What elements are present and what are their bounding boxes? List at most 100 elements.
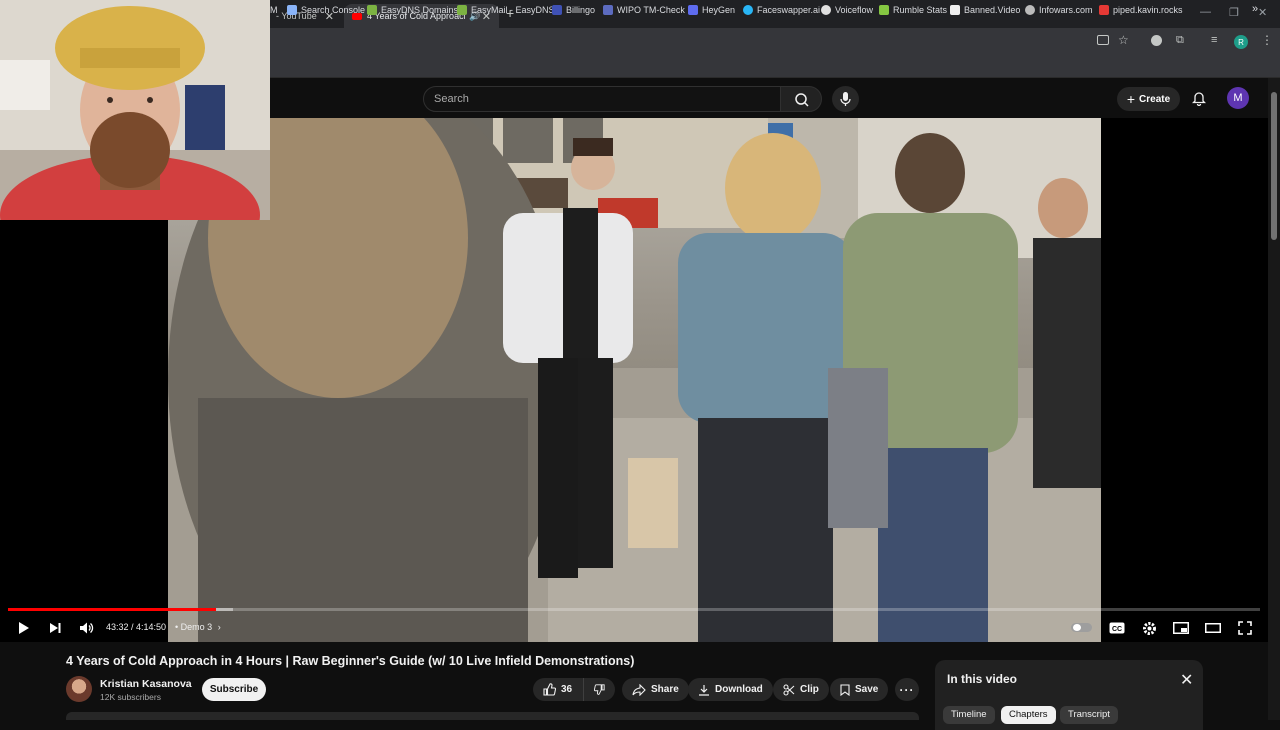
chapter-title-button[interactable]: • Demo 3 › <box>175 622 221 632</box>
bookmark-item[interactable]: Search Console <box>287 5 365 15</box>
bookmark-favicon-icon <box>821 5 831 15</box>
download-button[interactable]: Download <box>688 678 773 701</box>
download-label: Download <box>715 684 763 695</box>
clip-label: Clip <box>800 684 819 695</box>
scrollbar-thumb[interactable] <box>1271 92 1277 240</box>
skip-next-icon <box>50 623 61 633</box>
create-button[interactable]: + Create <box>1117 87 1180 111</box>
svg-text:CC: CC <box>1112 626 1122 633</box>
search-input[interactable]: Search <box>423 86 781 112</box>
bookmark-favicon-icon <box>603 5 613 15</box>
subscriber-count: 12K subscribers <box>100 692 161 702</box>
bookmark-item[interactable]: EasyMail - EasyDNS <box>457 5 555 15</box>
bookmark-item[interactable]: piped.kavin.rocks <box>1099 5 1183 15</box>
thumbs-up-icon <box>543 683 556 696</box>
create-label: Create <box>1139 93 1171 105</box>
bell-icon <box>1191 92 1207 107</box>
subscribe-button[interactable]: Subscribe <box>202 678 266 701</box>
progress-played <box>8 608 216 611</box>
dislike-button[interactable] <box>583 678 615 701</box>
more-actions-button[interactable]: ··· <box>895 678 919 701</box>
share-icon <box>632 683 646 696</box>
channel-name[interactable]: Kristian Kasanova <box>100 678 192 690</box>
fullscreen-icon <box>1238 621 1252 635</box>
bookmark-item[interactable]: EasyDNS Domains <box>367 5 458 15</box>
window-close-icon[interactable]: ✕ <box>1258 6 1267 19</box>
notifications-button[interactable] <box>1191 90 1207 111</box>
extensions-puzzle-icon[interactable]: ⧉ <box>1176 34 1184 47</box>
share-label: Share <box>651 684 679 695</box>
theater-mode-button[interactable] <box>1204 619 1222 637</box>
play-icon <box>19 622 29 634</box>
download-icon <box>699 684 709 696</box>
close-icon[interactable]: ✕ <box>1180 670 1193 690</box>
captions-button[interactable]: CC <box>1108 619 1126 637</box>
bookmark-favicon-icon <box>688 5 698 15</box>
miniplayer-button[interactable] <box>1172 619 1190 637</box>
play-button[interactable] <box>14 619 32 637</box>
search-icon <box>795 93 809 107</box>
save-button[interactable]: Save <box>830 678 889 701</box>
like-button[interactable]: 36 <box>533 678 583 701</box>
tab-transcript[interactable]: Transcript <box>1060 706 1118 724</box>
bookmark-item[interactable]: Billingo <box>552 5 595 15</box>
bookmark-item[interactable]: HeyGen <box>688 5 735 15</box>
clip-button[interactable]: Clip <box>773 678 829 701</box>
webcam-overlay <box>0 0 270 220</box>
bookmark-star-icon[interactable]: ☆ <box>1118 33 1129 47</box>
tab-chapters[interactable]: Chapters <box>1001 706 1056 724</box>
next-button[interactable] <box>46 619 64 637</box>
autoplay-toggle[interactable] <box>1071 623 1092 632</box>
reading-list-icon[interactable]: ≡ <box>1211 34 1217 46</box>
time-display: 43:32 / 4:14:50 <box>106 622 167 632</box>
bookmark-item[interactable]: Banned.Video <box>950 5 1020 15</box>
like-count: 36 <box>561 684 573 695</box>
minimize-icon[interactable]: — <box>1200 6 1211 18</box>
bookmark-favicon-icon <box>457 5 467 15</box>
browser-menu-icon[interactable]: ⋮ <box>1261 33 1273 47</box>
bookmark-item[interactable]: WIPO TM-Check <box>603 5 685 15</box>
mute-button[interactable] <box>77 619 95 637</box>
profile-avatar[interactable]: R <box>1234 35 1248 49</box>
bookmark-favicon-icon <box>879 5 889 15</box>
more-horizontal-icon: ··· <box>899 682 915 697</box>
bookmark-favicon-icon <box>1099 5 1109 15</box>
panel-title: In this video <box>947 672 1018 686</box>
volume-icon <box>79 622 93 634</box>
chapter-label: • Demo 3 <box>175 622 213 632</box>
bookmark-favicon-icon <box>367 5 377 15</box>
miniplayer-icon <box>1173 622 1189 634</box>
video-title: 4 Years of Cold Approach in 4 Hours | Ra… <box>66 654 635 668</box>
search-button[interactable] <box>780 86 822 112</box>
chevron-right-icon: › <box>217 622 221 632</box>
plus-icon: + <box>1126 91 1136 107</box>
bookmark-favicon-icon <box>552 5 562 15</box>
bookmark-item[interactable]: Voiceflow <box>821 5 873 15</box>
fullscreen-button[interactable] <box>1236 619 1254 637</box>
description-box[interactable] <box>66 712 919 720</box>
microphone-icon <box>840 92 851 106</box>
streamer-webcam-image <box>0 0 270 220</box>
video-frame <box>168 118 1101 642</box>
share-button[interactable]: Share <box>622 678 689 701</box>
more-bookmarks-button[interactable]: » <box>1252 3 1258 15</box>
channel-avatar[interactable] <box>66 676 92 702</box>
cc-icon: CC <box>1109 622 1125 634</box>
pause-icon <box>1073 624 1081 631</box>
bookmark-favicon-icon <box>743 5 753 15</box>
bookmark-item[interactable]: Rumble Stats <box>879 5 947 15</box>
voice-search-button[interactable] <box>832 86 859 112</box>
bookmark-item[interactable]: Infowars.com <box>1025 5 1093 15</box>
save-label: Save <box>855 684 879 695</box>
bookmark-item[interactable]: Faceswapper.ai <box>743 5 820 15</box>
restore-icon[interactable]: ❐ <box>1229 6 1239 19</box>
settings-button[interactable] <box>1140 619 1158 637</box>
tab-timeline[interactable]: Timeline <box>943 706 995 724</box>
bookmark-item[interactable]: M <box>270 5 278 15</box>
extension-icon[interactable] <box>1151 35 1162 46</box>
install-app-icon[interactable] <box>1097 35 1109 45</box>
bookmark-favicon-icon <box>950 5 960 15</box>
scissors-icon <box>783 683 795 696</box>
account-avatar[interactable]: M <box>1227 87 1249 109</box>
save-bookmark-icon <box>840 683 850 696</box>
